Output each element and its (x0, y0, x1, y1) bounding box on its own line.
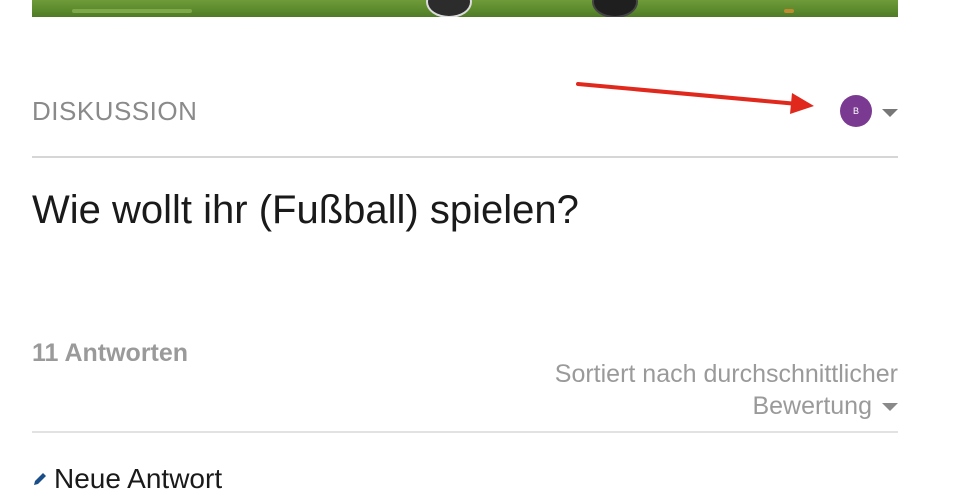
chevron-down-icon[interactable] (882, 403, 898, 412)
football-image-part (592, 0, 638, 17)
discussion-header: DISKUSSION B (32, 92, 898, 132)
answers-divider (32, 431, 898, 433)
cone-image-part (784, 9, 794, 13)
section-label: DISKUSSION (32, 96, 198, 126)
discussion-title: Wie wollt ihr (Fußball) spielen? (32, 188, 579, 232)
new-answer-label[interactable]: Neue Antwort (54, 462, 222, 496)
football-image-part (426, 0, 472, 17)
user-menu-button[interactable]: B (840, 94, 898, 128)
sort-dropdown[interactable]: Sortiert nach durchschnittlicher Bewertu… (498, 358, 898, 422)
avatar[interactable]: B (840, 95, 872, 127)
answer-count: 11 Antworten (32, 339, 189, 367)
chevron-down-icon[interactable] (882, 109, 898, 117)
hero-image (32, 0, 898, 17)
pencil-icon[interactable] (32, 471, 48, 487)
sort-label[interactable]: Sortiert nach durchschnittlicher Bewertu… (555, 360, 898, 420)
header-divider (32, 156, 898, 158)
grass-highlight (72, 9, 192, 13)
new-answer-button[interactable]: Neue Antwort (32, 462, 222, 496)
